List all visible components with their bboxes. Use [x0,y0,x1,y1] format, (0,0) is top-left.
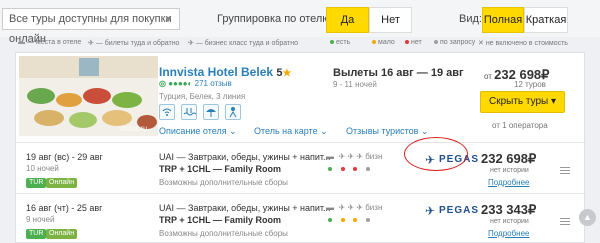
tour-details-link[interactable]: Подробнее [488,229,530,238]
hotel-location: Турция, Белек, 3 линия [159,92,246,101]
divider [16,142,586,143]
tour-dates: 16 авг (чт) - 25 авг [26,203,103,213]
tour-price: 232 698₽ [481,151,537,166]
menu-icon[interactable] [560,218,570,227]
legend-none: нет [405,39,422,46]
rating-circles: ●●●●◐ [168,79,193,88]
hotel-map-link[interactable]: Отель на карте ⌄ [254,126,328,137]
wifi-icon [159,104,175,120]
pool-icon [181,104,197,120]
hotel-card: sletat.ru Innvista Hotel Belek 5★ ◎ ●●●●… [15,52,586,243]
hotel-description-link[interactable]: Описание отеля ⌄ [159,126,237,137]
online-badge: Онлайн [46,229,78,239]
availability-icons: ▬ ✈ ✈ ✈ бизн [326,152,383,161]
legend: ▬ — места в отеле ✈ — билеты туда и обра… [0,37,600,51]
airplane-icon: ✈ [425,204,436,218]
watermark: sletat.ru [119,124,148,133]
operators-count: от 1 оператора [492,121,548,130]
grouping-label: Группировка по отелю: [217,13,334,25]
scroll-top-button[interactable]: ▲ [579,209,596,226]
tour-badge: TUR [26,229,47,239]
chevron-down-icon: ▼ [164,14,173,24]
kids-icon [225,104,241,120]
price-history: нет истории [490,218,529,225]
tripadvisor-icon: ◎ [159,79,166,88]
tour-type-select[interactable]: Все туры доступны для покупки онлайн ▼ [2,8,180,45]
legend-available: есть [330,39,350,46]
filter-bar: Все туры доступны для покупки онлайн ▼ Г… [0,0,600,45]
room-type: TRP + 1CHL — Family Room [159,215,281,225]
hotel-photo[interactable]: sletat.ru [19,56,158,136]
legend-tickets: ✈ — билеты туда и обратно [88,40,180,47]
departure-dates: Вылеты 16 авг — 19 авг [333,67,464,79]
nights-range: 9 - 11 ночей [333,80,377,89]
tour-price: 233 343₽ [481,202,537,217]
tour-dates: 19 авг (вс) - 29 авг [26,152,103,162]
extra-fees: Возможны дополнительные сборы [159,229,288,238]
beach-icon [203,104,219,120]
divider [16,193,586,194]
availability-icons: ▬ ✈ ✈ ✈ бизн [326,203,383,212]
legend-few: мало [372,39,395,46]
view-label: Вид: [459,13,482,25]
grouping-no-toggle[interactable]: Нет [369,7,412,33]
meal-plan: UAI — Завтраки, обеды, ужины + напит... [159,152,331,162]
hotel-stars: 5★ [276,67,292,79]
legend-cost-excluded: ✕ не включено в стоимость [478,40,568,47]
room-type: TRP + 1CHL — Family Room [159,164,281,174]
tour-details-link[interactable]: Подробнее [488,178,530,187]
tours-count: 12 туров [514,80,546,89]
reviews-count: 271 отзыв [194,79,232,88]
meal-plan: UAI — Завтраки, обеды, ужины + напит... [159,203,331,213]
hotel-name-text: Innvista Hotel Belek [159,65,274,79]
availability-dots [328,164,372,173]
online-badge: Онлайн [46,178,78,188]
price-history: нет истории [490,167,529,174]
legend-seats: ▬ — места в отеле [18,39,82,46]
legend-request: по запросу [434,39,475,46]
extra-fees: Возможны дополнительные сборы [159,178,288,187]
view-full-toggle[interactable]: Полная [482,7,524,33]
legend-business: ✈ — бизнес класс туда и обратно [188,40,298,47]
availability-dots [328,215,372,224]
rating[interactable]: ◎ ●●●●◐ 271 отзыв [159,79,232,88]
tour-nights: 9 ночей [26,215,55,224]
price-from-label: от [484,72,492,81]
hotel-name[interactable]: Innvista Hotel Belek 5★ [159,65,291,79]
hide-tours-button[interactable]: Скрыть туры ▾ [480,91,565,113]
tour-badge: TUR [26,178,47,188]
tourist-reviews-link[interactable]: Отзывы туристов ⌄ [346,126,428,137]
menu-icon[interactable] [560,167,570,176]
tour-nights: 10 ночей [26,164,59,173]
grouping-yes-toggle[interactable]: Да [326,7,369,33]
annotation-circle [404,137,468,171]
view-short-toggle[interactable]: Краткая [524,7,568,33]
